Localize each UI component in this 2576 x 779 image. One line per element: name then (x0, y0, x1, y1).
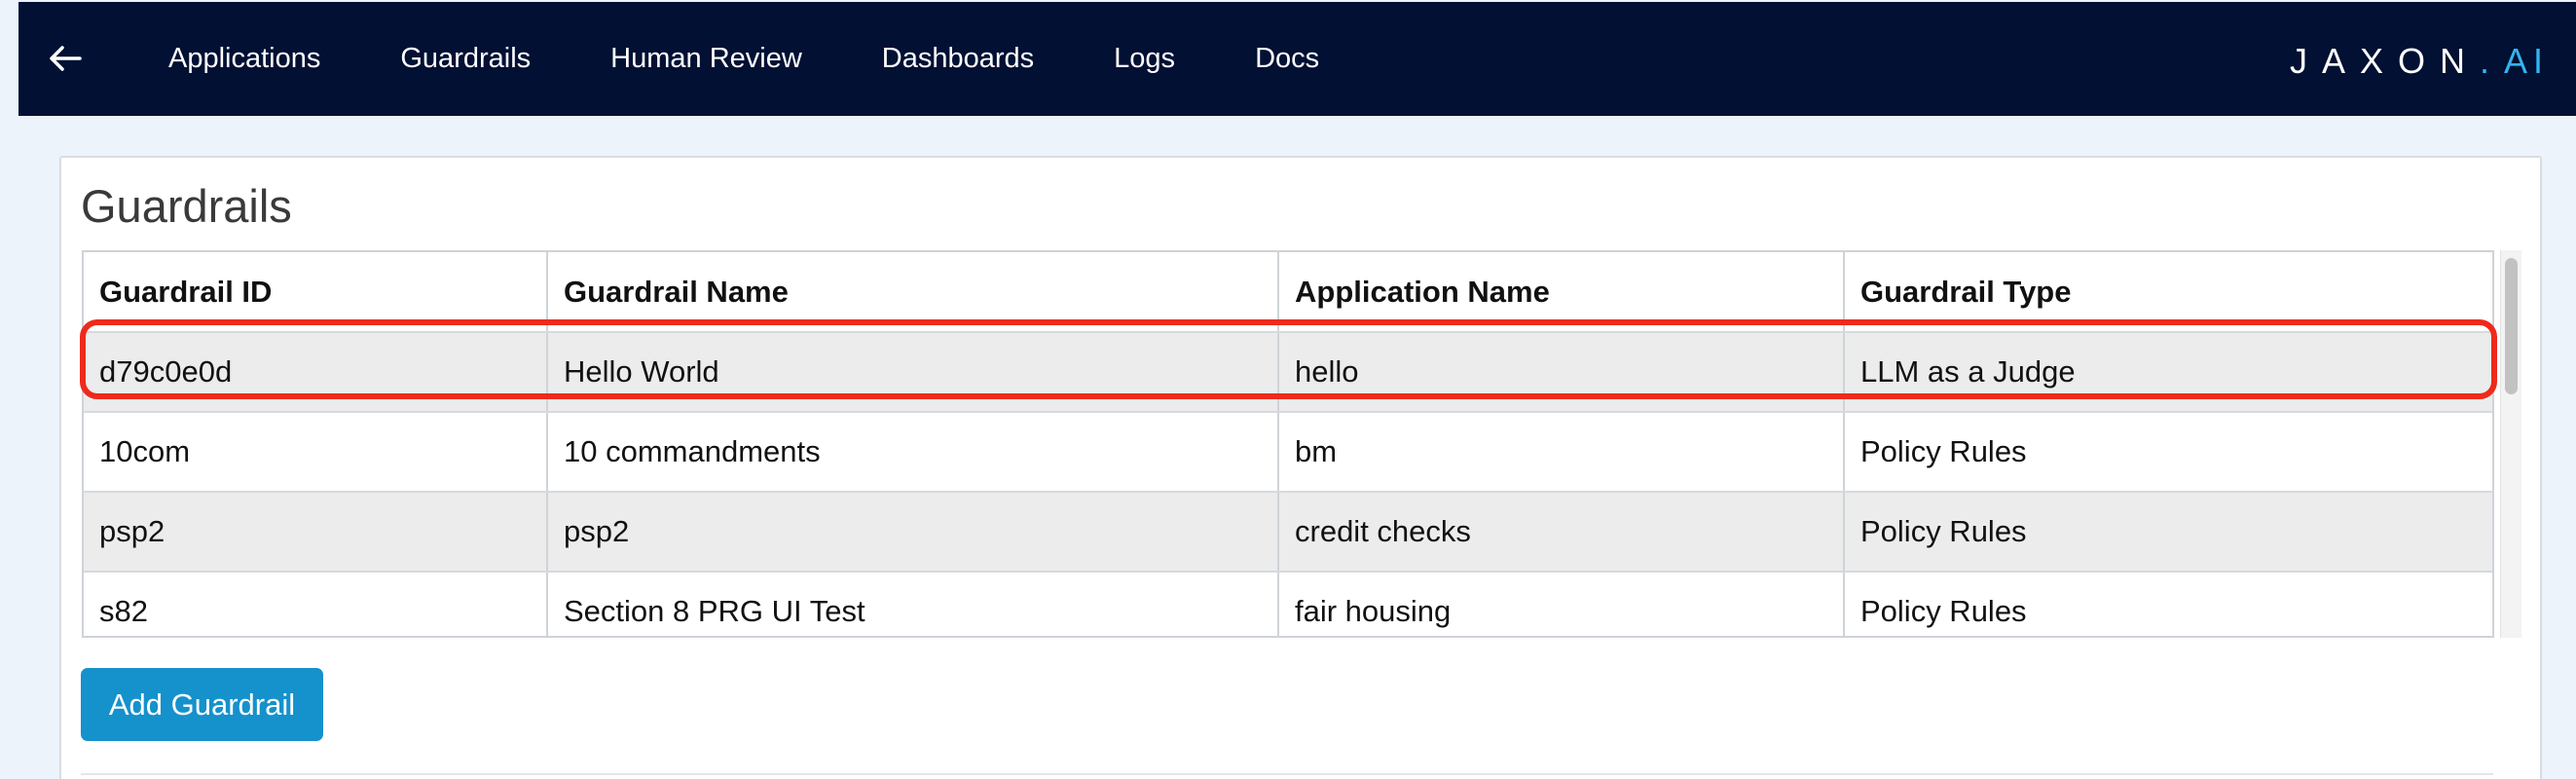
cell-guardrail-type: LLM as a Judge (1844, 332, 2492, 413)
cell-application-name: fair housing (1278, 572, 1845, 636)
cell-guardrail-name: psp2 (547, 492, 1279, 573)
nav-links: Applications Guardrails Human Review Das… (150, 2, 1359, 116)
cell-guardrail-name: Hello World (547, 332, 1279, 413)
table-row[interactable]: psp2 psp2 credit checks Policy Rules (84, 492, 2492, 573)
page-title: Guardrails (81, 180, 292, 232)
nav-link-human-review[interactable]: Human Review (570, 2, 842, 116)
brand-part2: AI (2503, 41, 2549, 81)
section-divider (81, 773, 2493, 775)
cell-application-name: credit checks (1278, 492, 1845, 573)
table-header-row: Guardrail ID Guardrail Name Application … (84, 252, 2492, 333)
column-header-guardrail-name[interactable]: Guardrail Name (547, 252, 1279, 333)
nav-link-logs[interactable]: Logs (1074, 2, 1215, 116)
column-header-application-name[interactable]: Application Name (1278, 252, 1845, 333)
guardrails-panel: Guardrails Guardrail ID Guardrail Name A… (59, 156, 2542, 779)
top-navbar: Applications Guardrails Human Review Das… (18, 2, 2576, 116)
arrow-left-icon (50, 46, 82, 71)
column-header-guardrail-type[interactable]: Guardrail Type (1844, 252, 2492, 333)
cell-guardrail-name: Section 8 PRG UI Test (547, 572, 1279, 636)
cell-application-name: hello (1278, 332, 1845, 413)
scrollbar-thumb[interactable] (2505, 258, 2518, 394)
cell-guardrail-id: s82 (84, 572, 548, 636)
table-scrollbar[interactable] (2500, 250, 2521, 638)
add-guardrail-button[interactable]: Add Guardrail (81, 668, 323, 741)
back-button[interactable] (42, 39, 89, 78)
cell-guardrail-id: d79c0e0d (84, 332, 548, 413)
table-row[interactable]: d79c0e0d Hello World hello LLM as a Judg… (84, 332, 2492, 413)
cell-guardrail-type: Policy Rules (1844, 492, 2492, 573)
cell-guardrail-name: 10 commandments (547, 412, 1279, 493)
nav-link-docs[interactable]: Docs (1215, 2, 1359, 116)
brand-dot: . (2479, 41, 2504, 81)
brand-logo[interactable]: JAXON.AI (2290, 41, 2549, 82)
cell-application-name: bm (1278, 412, 1845, 493)
guardrails-table-container[interactable]: Guardrail ID Guardrail Name Application … (82, 250, 2494, 638)
guardrails-table: Guardrail ID Guardrail Name Application … (84, 252, 2492, 636)
nav-link-applications[interactable]: Applications (150, 2, 360, 116)
nav-link-dashboards[interactable]: Dashboards (842, 2, 1074, 116)
cell-guardrail-id: psp2 (84, 492, 548, 573)
cell-guardrail-id: 10com (84, 412, 548, 493)
cell-guardrail-type: Policy Rules (1844, 412, 2492, 493)
table-row[interactable]: s82 Section 8 PRG UI Test fair housing P… (84, 572, 2492, 636)
brand-part1: JAXON (2289, 41, 2480, 81)
nav-link-guardrails[interactable]: Guardrails (360, 2, 570, 116)
cell-guardrail-type: Policy Rules (1844, 572, 2492, 636)
column-header-guardrail-id[interactable]: Guardrail ID (84, 252, 548, 333)
table-row[interactable]: 10com 10 commandments bm Policy Rules (84, 412, 2492, 493)
